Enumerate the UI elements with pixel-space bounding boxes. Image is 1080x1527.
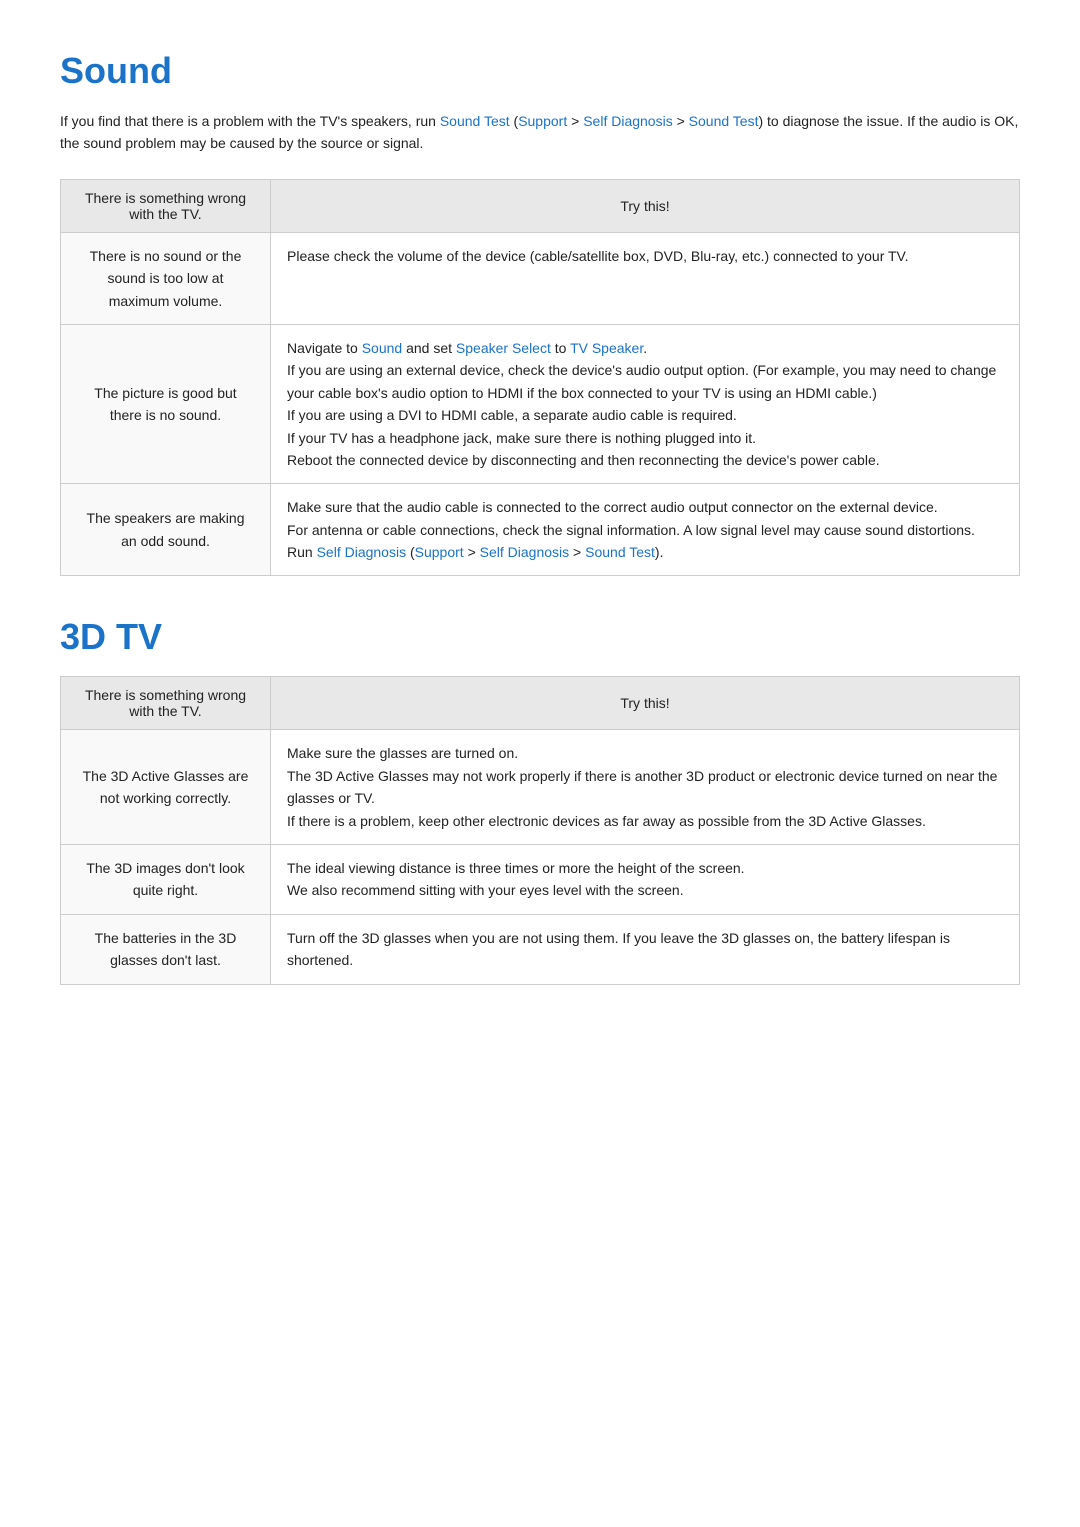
table-row: The batteries in the 3D glasses don't la… [61, 914, 1020, 984]
speaker-select-link[interactable]: Speaker Select [456, 340, 551, 356]
tv3d-table-header-problem: There is something wrong with the TV. [61, 677, 271, 730]
table-row: The 3D images don't look quite right. Th… [61, 845, 1020, 915]
sound-table: There is something wrong with the TV. Tr… [60, 179, 1020, 577]
table-row: The picture is good but there is no soun… [61, 324, 1020, 483]
tv3d-solution-1: Make sure the glasses are turned on. The… [271, 730, 1020, 845]
tv-speaker-link[interactable]: TV Speaker [570, 340, 643, 356]
self-diagnosis-link-3[interactable]: Self Diagnosis [480, 544, 570, 560]
sound-table-header-problem: There is something wrong with the TV. [61, 179, 271, 232]
sound-test-link-3[interactable]: Sound Test [585, 544, 655, 560]
sound-problem-2: The picture is good but there is no soun… [61, 324, 271, 483]
sound-link[interactable]: Sound [362, 340, 402, 356]
sound-problem-1: There is no sound or the sound is too lo… [61, 232, 271, 324]
sound-test-link-1[interactable]: Sound Test [440, 113, 510, 129]
support-link[interactable]: Support [518, 113, 567, 129]
tv3d-problem-3: The batteries in the 3D glasses don't la… [61, 914, 271, 984]
table-row: There is no sound or the sound is too lo… [61, 232, 1020, 324]
support-link-2[interactable]: Support [415, 544, 464, 560]
self-diagnosis-link-2[interactable]: Self Diagnosis [317, 544, 407, 560]
sound-solution-2: Navigate to Sound and set Speaker Select… [271, 324, 1020, 483]
table-row: The 3D Active Glasses are not working co… [61, 730, 1020, 845]
tv3d-table-header-solution: Try this! [271, 677, 1020, 730]
self-diagnosis-link-1[interactable]: Self Diagnosis [583, 113, 673, 129]
tv3d-solution-2: The ideal viewing distance is three time… [271, 845, 1020, 915]
sound-section-title: Sound [60, 50, 1020, 92]
tv3d-solution-3: Turn off the 3D glasses when you are not… [271, 914, 1020, 984]
sound-problem-3: The speakers are making an odd sound. [61, 484, 271, 576]
sound-table-header-solution: Try this! [271, 179, 1020, 232]
tv3d-table: There is something wrong with the TV. Tr… [60, 676, 1020, 984]
sound-intro-paragraph: If you find that there is a problem with… [60, 110, 1020, 155]
tv3d-problem-2: The 3D images don't look quite right. [61, 845, 271, 915]
tv3d-section-title: 3D TV [60, 616, 1020, 658]
sound-solution-3: Make sure that the audio cable is connec… [271, 484, 1020, 576]
sound-test-link-2[interactable]: Sound Test [689, 113, 759, 129]
tv3d-problem-1: The 3D Active Glasses are not working co… [61, 730, 271, 845]
table-row: The speakers are making an odd sound. Ma… [61, 484, 1020, 576]
sound-solution-1: Please check the volume of the device (c… [271, 232, 1020, 324]
